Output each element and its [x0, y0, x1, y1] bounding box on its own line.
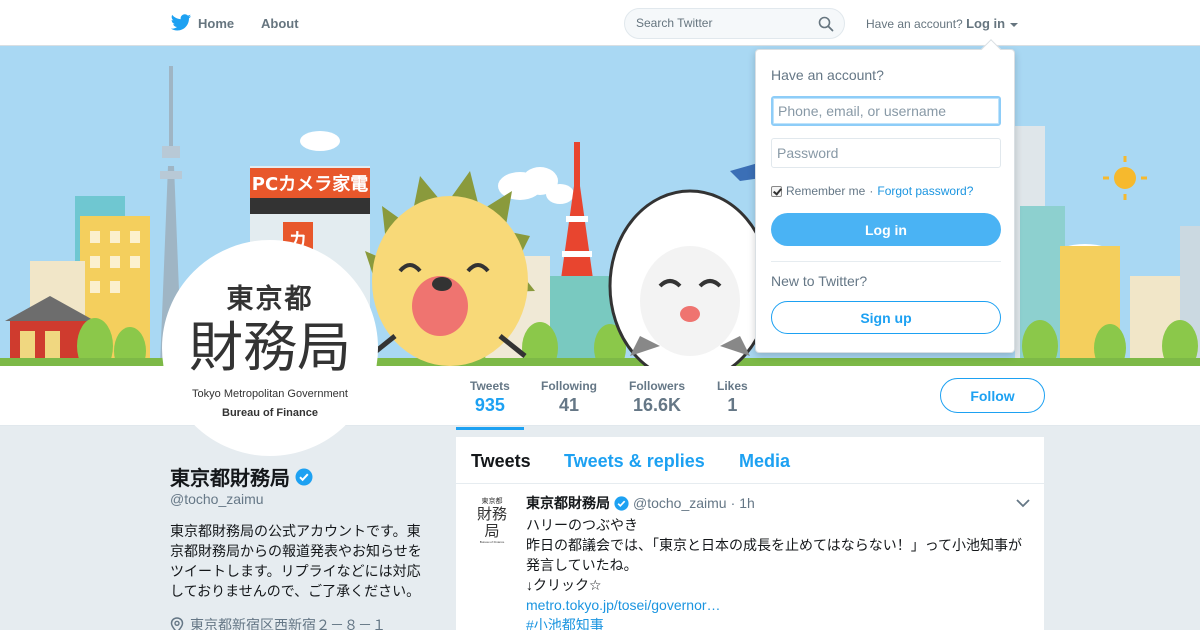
avatar-line-3: Tokyo Metropolitan Government [192, 388, 348, 400]
profile-name-text: 東京都財務局 [170, 468, 290, 490]
tweet-avatar-line-4: Bureau of Finance [479, 540, 505, 544]
stat-likes-label: Likes [717, 379, 748, 393]
remember-me-label[interactable]: Remember me [786, 184, 865, 198]
timeline-tabs: Tweets Tweets & replies Media [456, 437, 1044, 484]
remember-me-checkbox[interactable] [771, 185, 782, 197]
account-prompt: Have an account? [866, 17, 963, 31]
search-box [624, 8, 845, 39]
profile-bio: 東京都財務局の公式アカウントです。東京都財務局からの報道発表やお知らせをツイート… [170, 523, 422, 599]
account-area: Have an account? Log in [866, 16, 1019, 31]
tweet-hashtag[interactable]: #小池都知事 [526, 615, 1036, 630]
profile-avatar[interactable]: 東京都 財務局 Tokyo Metropolitan Government Bu… [162, 240, 378, 456]
stat-likes-value: 1 [727, 395, 738, 415]
login-toggle[interactable]: Log in [966, 16, 1005, 31]
login-button[interactable]: Log in [771, 213, 1001, 246]
stat-followers[interactable]: Followers 16.6K [629, 379, 685, 416]
profile-location-text: 東京都新宿区西新宿２－８－１ [190, 617, 386, 630]
nav-home-label: Home [198, 15, 235, 31]
tweet-item[interactable]: 東京都 財務局 Bureau of Finance 東京都財務局 @tocho_… [456, 484, 1044, 630]
nav-home-link[interactable]: Home [170, 12, 234, 34]
timeline: Tweets Tweets & replies Media 東京都 財務局 Bu… [456, 437, 1044, 630]
avatar-line-1: 東京都 [226, 284, 314, 315]
shop-sign: PCカメラ家電 [252, 173, 368, 195]
twitter-bird-icon [170, 14, 192, 31]
signup-button[interactable]: Sign up [771, 301, 1001, 334]
stat-followers-value: 16.6K [632, 395, 682, 415]
profile-location: 東京都新宿区西新宿２－８－１ [170, 615, 386, 630]
stat-likes[interactable]: Likes 1 [717, 379, 748, 416]
tweet-text: ハリーのつぶやき 昨日の都議会では、「東京と日本の成長を止めてはならない！」って… [526, 515, 1036, 630]
tweet-link[interactable]: metro.tokyo.jp/tosei/governor… [526, 595, 1036, 615]
tweet-author-name[interactable]: 東京都財務局 [526, 493, 610, 513]
avatar-line-4: Bureau of Finance [222, 407, 318, 419]
stat-tweets[interactable]: Tweets 935 [456, 379, 524, 430]
nav-about-link[interactable]: About [261, 16, 299, 31]
stat-following[interactable]: Following 41 [541, 379, 597, 416]
top-navigation-bar: Home About Have an account? Log in [0, 0, 1200, 46]
tweet-separator: · [730, 495, 736, 511]
dropdown-divider [771, 261, 1001, 262]
tab-tweets-replies[interactable]: Tweets & replies [564, 451, 705, 472]
search-icon[interactable] [818, 16, 834, 32]
follow-button[interactable]: Follow [940, 378, 1045, 413]
location-pin-icon [170, 617, 184, 630]
forgot-password-link[interactable]: Forgot password? [877, 184, 973, 198]
remember-separator: · [869, 184, 874, 198]
tab-media[interactable]: Media [739, 451, 790, 472]
profile-name[interactable]: 東京都財務局 [170, 462, 313, 491]
caret-down-icon[interactable] [1010, 22, 1019, 27]
stat-following-value: 41 [558, 395, 580, 415]
stat-tweets-label: Tweets [470, 379, 510, 393]
tweet-avatar[interactable]: 東京都 財務局 Bureau of Finance [470, 496, 514, 544]
tweet-line-1: ハリーのつぶやき [526, 517, 638, 533]
chevron-down-icon[interactable] [1016, 498, 1030, 508]
tab-tweets[interactable]: Tweets [471, 451, 531, 472]
profile-handle[interactable]: @tocho_zaimu [170, 491, 264, 507]
tweet-line-2: 昨日の都議会では、「東京と日本の成長を止めてはならない！」って小池知事が発言して… [526, 537, 1023, 573]
search-input[interactable] [636, 16, 806, 30]
login-dropdown-title: Have an account? [771, 67, 884, 83]
login-dropdown: Have an account? Remember me · Forgot pa… [755, 39, 1015, 353]
stat-followers-label: Followers [629, 379, 686, 393]
remember-me-row: Remember me · Forgot password? [771, 184, 973, 198]
stat-tweets-value: 935 [474, 395, 505, 415]
tweet-timestamp[interactable]: 1h [739, 495, 755, 511]
tweet-author-handle[interactable]: @tocho_zaimu [633, 495, 727, 511]
avatar-line-2: 財務局 [189, 316, 351, 379]
verified-badge-icon [614, 495, 629, 511]
tweet-line-3: ↓クリック☆ [526, 577, 602, 593]
tweet-header: 東京都財務局 @tocho_zaimu · 1h [526, 493, 755, 513]
password-input[interactable] [771, 138, 1001, 168]
verified-badge-icon [295, 468, 313, 485]
new-to-twitter-label: New to Twitter? [771, 273, 868, 289]
stat-following-label: Following [541, 379, 597, 393]
tweet-avatar-line-2: 財務局 [476, 505, 507, 540]
username-input[interactable] [771, 96, 1001, 126]
